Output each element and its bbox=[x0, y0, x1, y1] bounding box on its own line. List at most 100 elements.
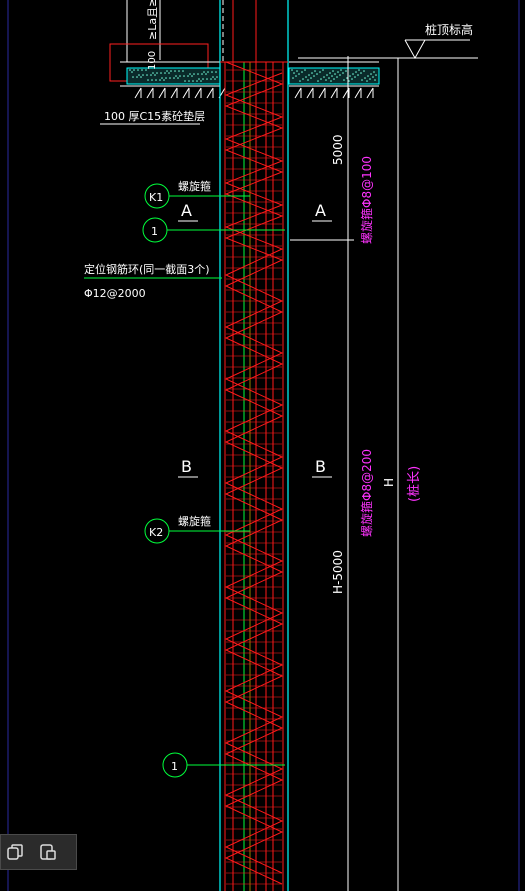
cushion-dot bbox=[140, 76, 142, 78]
cushion-dot bbox=[299, 80, 301, 82]
callout-1-top: 1 bbox=[151, 225, 158, 238]
cushion-dot bbox=[354, 76, 356, 78]
soil-hatch-line bbox=[354, 87, 362, 99]
soil-hatch-line bbox=[194, 87, 202, 99]
cushion-dot bbox=[200, 80, 202, 82]
section-b-right: B bbox=[315, 457, 326, 476]
cushion-dot bbox=[175, 75, 177, 77]
cushion-dot bbox=[187, 75, 189, 77]
cushion-dot bbox=[336, 76, 338, 78]
cushion-dot bbox=[132, 76, 134, 78]
cushion-dot bbox=[138, 74, 140, 76]
cushion-dot bbox=[170, 70, 172, 72]
cushion-dot bbox=[173, 77, 175, 79]
cushion-dot bbox=[292, 77, 294, 79]
cushion-dot bbox=[141, 69, 143, 71]
cushion-dot bbox=[342, 72, 344, 74]
pile-top-elevation-label: 桩顶标高 bbox=[425, 22, 473, 37]
cushion-dot bbox=[177, 77, 179, 79]
cushion-dot bbox=[310, 77, 312, 79]
soil-hatch-line bbox=[318, 87, 326, 99]
cushion-dot bbox=[330, 80, 332, 82]
cushion-dot bbox=[193, 73, 195, 75]
floating-toolbar bbox=[0, 834, 77, 870]
cushion-dot bbox=[316, 73, 318, 75]
cushion-dot bbox=[203, 71, 205, 73]
cushion-dot bbox=[133, 69, 135, 71]
cushion-dot bbox=[332, 70, 334, 72]
cushion-dot bbox=[183, 75, 185, 77]
cushion-dot bbox=[137, 69, 139, 71]
cushion-dot bbox=[374, 79, 376, 81]
cushion-dot bbox=[152, 72, 154, 74]
cushion-dot bbox=[325, 79, 327, 81]
cushion-dot bbox=[301, 71, 303, 73]
spiral-sparse-spec: 螺旋箍Φ8@200 bbox=[359, 449, 374, 537]
cushion-dot bbox=[197, 73, 199, 75]
soil-hatch-line bbox=[306, 87, 314, 99]
cushion-dot bbox=[293, 72, 295, 74]
cushion-dot bbox=[373, 71, 375, 73]
cap-region bbox=[109, 0, 478, 99]
cushion-dot bbox=[163, 79, 165, 81]
dim-h: H bbox=[382, 478, 396, 487]
cushion-dot bbox=[311, 72, 313, 74]
cushion-dot bbox=[151, 79, 153, 81]
cushion-dot bbox=[150, 74, 152, 76]
spiral-label-bottom: 螺旋箍 bbox=[178, 514, 211, 528]
cushion-dot bbox=[131, 71, 133, 73]
cushion-dot bbox=[182, 70, 184, 72]
cushion-dot bbox=[326, 74, 328, 76]
spiral-label-top: 螺旋箍 bbox=[178, 179, 211, 193]
cushion-dot bbox=[206, 78, 208, 80]
cushion-dot bbox=[164, 72, 166, 74]
cushion-dot bbox=[211, 71, 213, 73]
cushion-dot bbox=[369, 78, 371, 80]
cad-drawing: ≥La且≥35 100 桩顶标高 100 厚C15素砼垫层 螺旋箍 K1 A A… bbox=[7, 0, 520, 891]
soil-hatch-line bbox=[294, 87, 302, 99]
paste-icon[interactable] bbox=[36, 840, 60, 864]
cushion-dot bbox=[161, 77, 163, 79]
soil-hatch-line bbox=[366, 87, 374, 99]
cushion-dot bbox=[314, 70, 316, 72]
cushion-dot bbox=[184, 80, 186, 82]
cushion-dot bbox=[322, 69, 324, 71]
cushion-dot bbox=[355, 71, 357, 73]
callout-k2: K2 bbox=[149, 526, 163, 539]
copy-icon[interactable] bbox=[3, 840, 27, 864]
cushion-dot bbox=[191, 75, 193, 77]
cushion-dot bbox=[363, 70, 365, 72]
soil-hatch-line bbox=[182, 87, 190, 99]
cushion-dot bbox=[333, 78, 335, 80]
anchor-length-label: ≥La且≥35 bbox=[146, 0, 159, 40]
cushion-dot bbox=[307, 79, 309, 81]
cushion-dot bbox=[142, 74, 144, 76]
dim-h-minus-5000: H-5000 bbox=[331, 550, 345, 594]
cushion-dot bbox=[207, 71, 209, 73]
pile-length-label: (桩长) bbox=[407, 466, 422, 502]
cushion-dot bbox=[136, 76, 138, 78]
cushion-dot bbox=[340, 69, 342, 71]
cushion-dot bbox=[357, 74, 359, 76]
cushion-dot bbox=[146, 74, 148, 76]
cushion-dot bbox=[129, 69, 131, 71]
cushion-dot bbox=[343, 79, 345, 81]
cushion-dot bbox=[295, 75, 297, 77]
cushion-dot bbox=[351, 78, 353, 80]
cushion-dot bbox=[352, 73, 354, 75]
cushion-dot bbox=[212, 76, 214, 78]
soil-hatch-line bbox=[330, 87, 338, 99]
cushion-dot bbox=[214, 78, 216, 80]
cushion-dot bbox=[329, 72, 331, 74]
cushion-dot bbox=[188, 80, 190, 82]
cushion-dot bbox=[361, 79, 363, 81]
cushion-dot bbox=[189, 73, 191, 75]
dim-5000: 5000 bbox=[331, 134, 345, 165]
cushion-dot bbox=[298, 73, 300, 75]
cushion-dot bbox=[323, 76, 325, 78]
cushion-dot bbox=[178, 70, 180, 72]
cushion-dot bbox=[328, 77, 330, 79]
section-a-left: A bbox=[181, 201, 192, 220]
cushion-left bbox=[126, 67, 221, 85]
soil-hatch-line bbox=[158, 87, 166, 99]
